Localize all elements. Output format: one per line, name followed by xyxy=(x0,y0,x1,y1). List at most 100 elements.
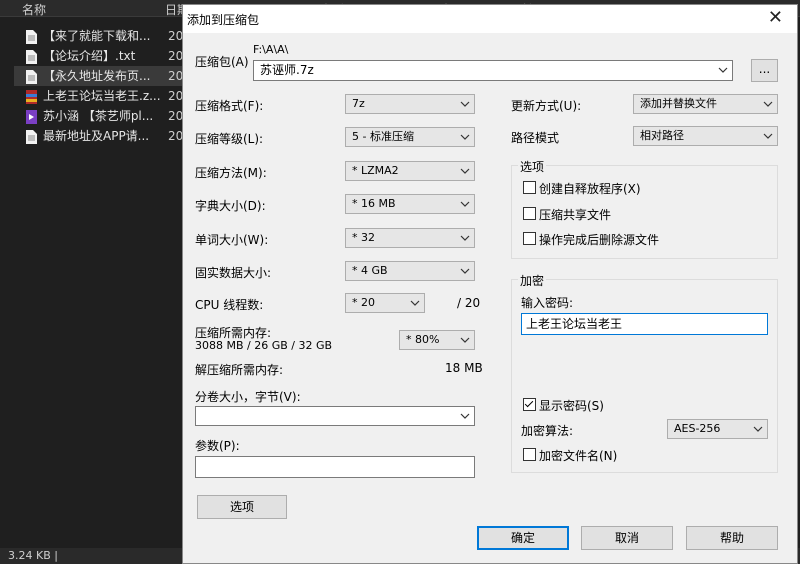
params-label: 参数(P): xyxy=(195,439,240,453)
encrypt-filenames-checkbox[interactable]: 加密文件名(N) xyxy=(523,448,617,463)
dict-size-label: 字典大小(D): xyxy=(195,199,266,213)
create-sfx-checkbox[interactable]: 创建自释放程序(X) xyxy=(523,181,641,196)
dict-size-select[interactable]: * 16 MB xyxy=(345,194,475,214)
cpu-threads-select[interactable]: * 20 xyxy=(345,293,425,313)
chevron-down-icon xyxy=(460,337,470,343)
encryption-method-select[interactable]: AES-256 xyxy=(667,419,768,439)
method-label: 压缩方法(M): xyxy=(195,166,267,180)
cpu-threads-label: CPU 线程数: xyxy=(195,298,264,312)
password-input[interactable]: 上老王论坛当老王 xyxy=(521,313,768,335)
params-input[interactable] xyxy=(195,456,475,478)
cpu-threads-value: * 20 xyxy=(352,296,375,309)
video-file-icon xyxy=(26,109,37,124)
dialog-title: 添加到压缩包 xyxy=(187,13,260,27)
file-row[interactable]: 最新地址及APP请... 202 xyxy=(18,126,191,146)
chevron-down-icon xyxy=(763,133,773,139)
chevron-down-icon xyxy=(763,101,773,107)
status-text: 3.24 KB | xyxy=(8,549,58,562)
ok-button[interactable]: 确定 xyxy=(477,526,569,550)
memory-percent-select[interactable]: * 80% xyxy=(399,330,475,350)
show-password-checkbox[interactable]: 显示密码(S) xyxy=(523,398,604,413)
create-sfx-label: 创建自释放程序(X) xyxy=(539,182,641,196)
decompress-memory-value: 18 MB xyxy=(445,361,483,375)
format-value: 7z xyxy=(352,97,365,110)
show-password-label: 显示密码(S) xyxy=(539,399,604,413)
close-icon[interactable]: ✕ xyxy=(768,7,783,28)
format-label: 压缩格式(F): xyxy=(195,99,264,113)
archive-icon xyxy=(26,89,37,104)
options-group-title: 选项 xyxy=(518,158,547,175)
chevron-down-icon xyxy=(460,168,470,174)
path-mode-select[interactable]: 相对路径 xyxy=(633,126,778,146)
text-file-icon xyxy=(26,29,37,44)
decompress-memory-label: 解压缩所需内存: xyxy=(195,363,284,377)
compress-shared-label: 压缩共享文件 xyxy=(539,208,612,222)
update-mode-select[interactable]: 添加并替换文件 xyxy=(633,94,778,114)
text-file-icon xyxy=(26,129,37,144)
file-row[interactable]: 上老王论坛当老王.z... 202 xyxy=(18,86,191,106)
column-name[interactable]: 名称 xyxy=(22,1,46,18)
text-file-icon xyxy=(26,69,37,84)
chevron-down-icon xyxy=(410,300,420,306)
chevron-down-icon xyxy=(753,426,763,432)
level-label: 压缩等级(L): xyxy=(195,132,264,146)
file-name: 最新地址及APP请... xyxy=(43,129,150,143)
cancel-button[interactable]: 取消 xyxy=(581,526,673,550)
checkbox-box[interactable] xyxy=(523,232,536,245)
update-mode-value: 添加并替换文件 xyxy=(640,97,717,110)
chevron-down-icon xyxy=(460,235,470,241)
cpu-threads-total: / 20 xyxy=(457,296,481,310)
chevron-down-icon xyxy=(460,134,470,140)
file-name: 【论坛介绍】.txt xyxy=(43,49,136,63)
file-row[interactable]: 【来了就能下载和... 202 xyxy=(18,26,191,46)
chevron-down-icon xyxy=(718,67,728,73)
dict-size-value: * 16 MB xyxy=(352,197,396,210)
solid-block-select[interactable]: * 4 GB xyxy=(345,261,475,281)
memory-percent-value: * 80% xyxy=(406,333,440,346)
file-row-selected[interactable]: 【永久地址发布页... 202 xyxy=(14,66,191,86)
chevron-down-icon xyxy=(460,101,470,107)
archive-name-combo[interactable]: 苏诬师.7z xyxy=(253,60,733,81)
encrypt-filenames-label: 加密文件名(N) xyxy=(539,449,618,463)
word-size-label: 单词大小(W): xyxy=(195,233,269,247)
split-size-combo[interactable] xyxy=(195,406,475,426)
update-mode-label: 更新方式(U): xyxy=(511,99,582,113)
archive-label: 压缩包(A) xyxy=(195,55,249,69)
checkbox-box-checked[interactable] xyxy=(523,398,536,411)
solid-block-label: 固实数据大小: xyxy=(195,266,272,280)
chevron-down-icon xyxy=(460,201,470,207)
word-size-select[interactable]: * 32 xyxy=(345,228,475,248)
file-name: 【来了就能下载和... xyxy=(43,29,151,43)
compress-shared-checkbox[interactable]: 压缩共享文件 xyxy=(523,207,611,222)
file-name: 苏小涵 【茶艺师pl... xyxy=(43,109,154,123)
checkbox-box[interactable] xyxy=(523,207,536,220)
split-size-label: 分卷大小，字节(V): xyxy=(195,390,301,404)
checkbox-box[interactable] xyxy=(523,181,536,194)
level-value: 5 - 标准压缩 xyxy=(352,130,414,143)
archive-path: F:\A\A\ xyxy=(253,43,289,56)
path-mode-label: 路径模式 xyxy=(511,131,560,145)
options-button[interactable]: 选项 xyxy=(197,495,287,519)
encryption-group-title: 加密 xyxy=(518,272,547,289)
add-to-archive-dialog: 添加到压缩包 ✕ 压缩包(A) F:\A\A\ 苏诬师.7z ... 压缩格式(… xyxy=(182,4,798,564)
file-name: 【永久地址发布页... xyxy=(43,69,151,83)
file-name: 上老王论坛当老王.z... xyxy=(43,89,161,103)
file-row[interactable]: 苏小涵 【茶艺师pl... 202 xyxy=(18,106,191,126)
delete-source-label: 操作完成后删除源文件 xyxy=(539,233,660,247)
delete-source-checkbox[interactable]: 操作完成后删除源文件 xyxy=(523,232,659,247)
level-select[interactable]: 5 - 标准压缩 xyxy=(345,127,475,147)
method-select[interactable]: * LZMA2 xyxy=(345,161,475,181)
word-size-value: * 32 xyxy=(352,231,375,244)
method-value: * LZMA2 xyxy=(352,164,399,177)
text-file-icon xyxy=(26,49,37,64)
chevron-down-icon xyxy=(460,268,470,274)
solid-block-value: * 4 GB xyxy=(352,264,388,277)
browse-button[interactable]: ... xyxy=(751,59,778,82)
dialog-titlebar[interactable]: 添加到压缩包 ✕ xyxy=(183,5,797,33)
checkbox-box[interactable] xyxy=(523,448,536,461)
encryption-method-label: 加密算法: xyxy=(521,424,574,438)
help-button[interactable]: 帮助 xyxy=(686,526,778,550)
password-label: 输入密码: xyxy=(521,296,574,310)
file-row[interactable]: 【论坛介绍】.txt 202 xyxy=(18,46,191,66)
format-select[interactable]: 7z xyxy=(345,94,475,114)
